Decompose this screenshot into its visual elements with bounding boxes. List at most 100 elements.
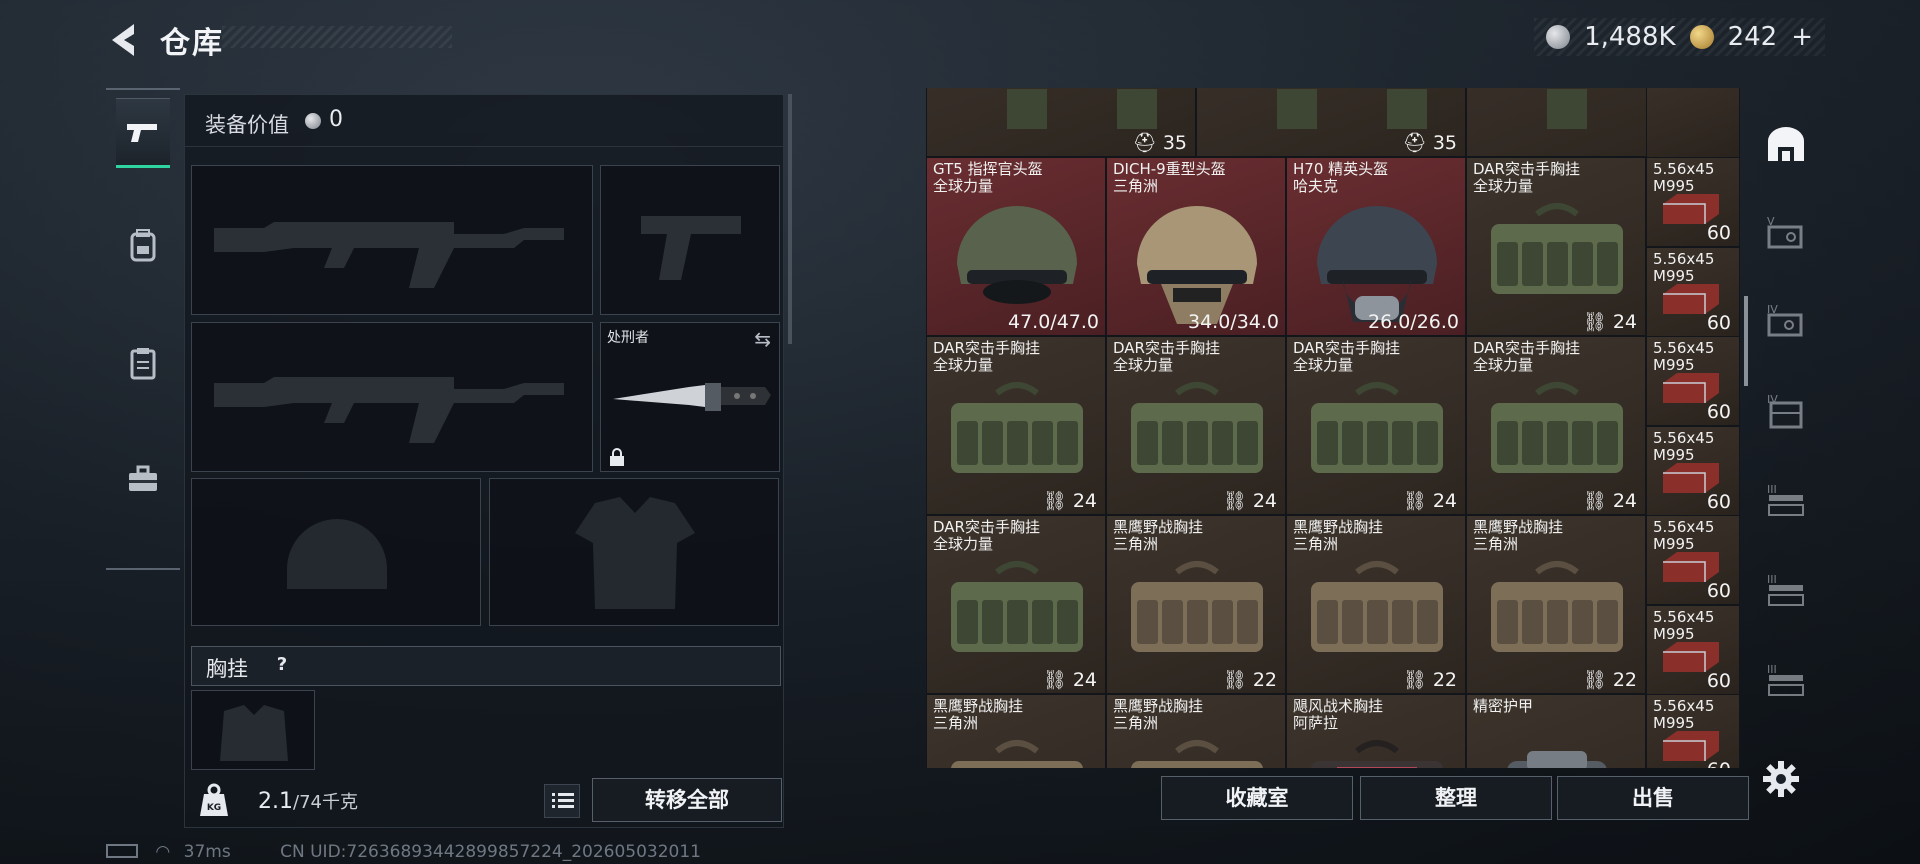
knife-icon [613, 383, 771, 411]
storage-item[interactable]: 黑鹰野战胸挂 三角洲 [926, 694, 1106, 768]
capacity-value: ⛓ 22 [1402, 669, 1457, 691]
page-tab-v[interactable]: V [1762, 208, 1810, 256]
svg-text:III: III [1767, 483, 1777, 496]
crate-iv-icon: IV [1767, 393, 1803, 429]
capacity-value: ⛓ 24 [1222, 490, 1277, 512]
storage-item[interactable]: DAR突击手胸挂 全球力量 ⛓ 24 [926, 515, 1106, 694]
ammo-stack[interactable] [1646, 88, 1740, 158]
chest-rig-label: 胸挂 [206, 657, 248, 681]
storage-item[interactable]: DAR突击手胸挂 全球力量 ⛓ 24 [926, 336, 1106, 515]
item-name: 精密护甲 [1473, 697, 1534, 715]
warehouse-home-tab[interactable] [1762, 120, 1810, 168]
page-tab-iv-b[interactable]: IV [1762, 386, 1810, 434]
svg-text:KG: KG [207, 803, 221, 813]
capacity-value: ⛓ 24 [1042, 490, 1097, 512]
ammo-name: 5.56x45 M995 [1653, 249, 1715, 285]
ammo-stack[interactable]: 5.56x45M995 60 [1646, 604, 1740, 695]
chest-rig-header: 胸挂 ? [191, 646, 781, 686]
storage-item[interactable]: 黑鹰野战胸挂 三角洲 ⛓ 22 [1286, 515, 1466, 694]
durability-value: 34.0/34.0 [1187, 311, 1279, 333]
ammo-box-icon [1663, 462, 1719, 493]
page-tab-iii-b[interactable]: III [1762, 566, 1810, 614]
page-title: 仓库 [160, 26, 224, 61]
carry-weight: 2.1/74千克 [258, 788, 358, 814]
storage-item[interactable]: DAR突击手胸挂 全球力量 ⛓ 24 [1106, 336, 1286, 515]
chest-rig-icon [1311, 740, 1443, 768]
storage-item[interactable]: 飓风战术胸挂 阿萨拉 [1286, 694, 1466, 768]
swap-icon[interactable]: ⇆ [754, 327, 771, 351]
list-view-button[interactable] [544, 784, 580, 818]
ammo-stack[interactable]: 5.56x45M995 60 [1646, 246, 1740, 337]
nav-weapons[interactable] [116, 98, 170, 168]
secondary-weapon-slot[interactable] [191, 322, 593, 472]
svg-text:III: III [1767, 573, 1777, 586]
page-tab-iii-c[interactable]: III [1762, 656, 1810, 704]
battery-icon [106, 844, 138, 858]
melee-slot[interactable]: 处刑者 ⇆ [600, 322, 780, 472]
title-decoration [222, 26, 452, 48]
primary-weapon-slot[interactable] [191, 165, 593, 315]
storage-item[interactable]: 黑鹰野战胸挂 三角洲 [1106, 694, 1286, 768]
equipment-value-label: 装备价值 [205, 113, 289, 137]
storage-item-partial[interactable]: ⛑ 35 [926, 88, 1196, 157]
capacity-value: ⛓ 24 [1582, 311, 1637, 333]
capacity-value: ⛓ 24 [1582, 490, 1637, 512]
storage-item[interactable]: 黑鹰野战胸挂 三角洲 ⛓ 22 [1106, 515, 1286, 694]
storage-item[interactable]: H70 精英头盔 哈夫克 26.0/26.0 [1286, 157, 1466, 336]
lock-icon [610, 448, 624, 466]
ammo-count: 60 [1706, 311, 1731, 334]
silver-amount: 1,488K [1584, 22, 1676, 52]
ammo-stack[interactable]: 5.56x45M995 60 [1646, 515, 1740, 605]
storage-item[interactable]: DAR突击手胸挂 全球力量 ⛓ 24 [1286, 336, 1466, 515]
storage-item[interactable]: DAR突击手胸挂 全球力量 ⛓ 24 [1466, 336, 1646, 515]
header: 仓库 1,488K 242 + [0, 0, 1920, 80]
ammo-count: 60 [1707, 759, 1731, 768]
storage-item-partial[interactable]: ⛑ 35 [1196, 88, 1466, 157]
back-arrow-icon[interactable] [104, 20, 144, 60]
ammo-name: 5.56x45 M995 [1653, 428, 1715, 464]
sell-button[interactable]: 出售 [1557, 776, 1749, 820]
ammo-name: 5.56x45 M995 [1653, 607, 1715, 643]
ammo-stack[interactable]: 5.56x45M995 60 [1646, 336, 1740, 426]
vest-silhouette-icon [220, 705, 288, 761]
uid-text: CN UID:7263689344289985722​4_20260503201… [280, 842, 701, 862]
ammo-name: 5.56x45 M995 [1653, 339, 1715, 374]
helmet-slot[interactable] [191, 478, 481, 626]
add-currency-button[interactable]: + [1791, 22, 1813, 52]
safe-iv-icon: IV [1767, 303, 1803, 337]
nav-chest-rig[interactable] [116, 328, 170, 398]
rifle-silhouette-icon [214, 222, 564, 288]
gear-icon[interactable] [1762, 760, 1800, 798]
ammo-count: 60 [1706, 490, 1731, 513]
storage-actions: 收藏室 整理 出售 [1160, 776, 1750, 822]
ammo-stack[interactable]: 5.56x45M995 60 [1646, 694, 1740, 768]
loadout-nav [106, 88, 180, 570]
storage-item[interactable]: DICH-9重型头盔 三角洲 34.0/34.0 [1106, 157, 1286, 336]
equipment-scrollbar[interactable] [788, 94, 792, 344]
shelf-iii-icon: III [1767, 663, 1804, 696]
item-count: ⛑ 35 [1132, 132, 1187, 154]
storage-item[interactable]: DAR突击手胸挂 全球力量 ⛓ 24 [1466, 157, 1646, 336]
weight-max: /74千克 [293, 792, 358, 813]
nav-backpack[interactable] [116, 210, 170, 280]
ammo-stack[interactable]: 5.56x45M995 60 [1646, 157, 1740, 247]
transfer-all-button[interactable]: 转移全部 [592, 778, 782, 822]
ammo-stack[interactable]: 5.56x45M995 60 [1646, 425, 1740, 516]
sidearm-slot[interactable] [600, 165, 780, 315]
storage-scrollbar[interactable] [1744, 296, 1748, 386]
armor-slot[interactable] [489, 478, 779, 626]
storage-item[interactable]: 黑鹰野战胸挂 三角洲 ⛓ 22 [1466, 515, 1646, 694]
storage-item[interactable]: 精密护甲 [1466, 694, 1646, 768]
organize-button[interactable]: 整理 [1360, 776, 1552, 820]
rifle-silhouette-icon [214, 377, 564, 443]
nav-toolbox[interactable] [116, 444, 170, 514]
weight-current: 2.1 [258, 789, 293, 814]
page-tab-iii-a[interactable]: III [1762, 476, 1810, 524]
help-button[interactable]: ? [268, 654, 296, 680]
page-tab-iv-a[interactable]: IV [1762, 296, 1810, 344]
storage-item[interactable]: GT5 指挥官头盔 全球力量 47.0/47.0 [926, 157, 1106, 336]
chest-rig-slot[interactable] [191, 690, 315, 770]
collection-room-button[interactable]: 收藏室 [1161, 776, 1353, 820]
ammo-count: 60 [1706, 401, 1731, 423]
status-bar: ◠ 37ms CN UID:7263689344289985722​4_2026… [106, 842, 701, 862]
